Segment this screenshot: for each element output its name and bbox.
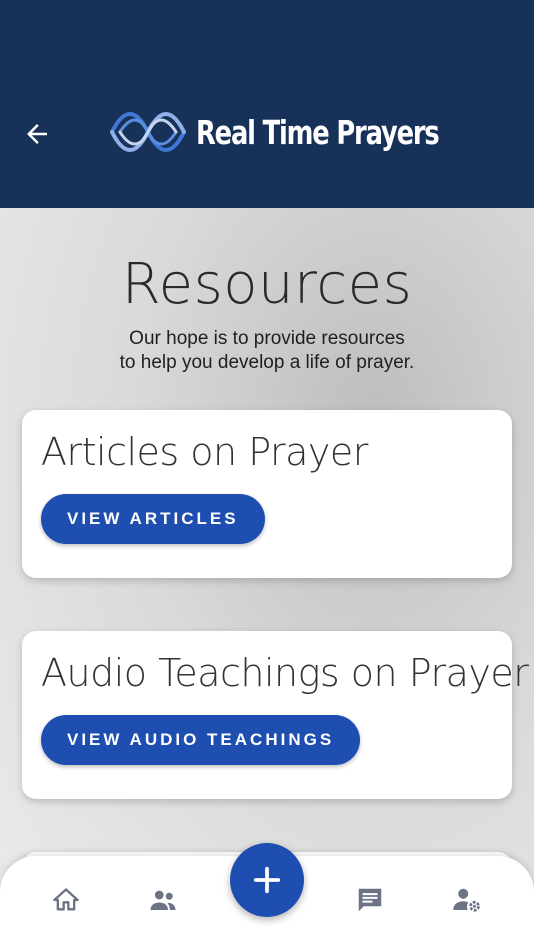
plus-icon <box>253 866 281 894</box>
app-name: Real Time Prayers <box>196 112 440 152</box>
page-subtitle-line-2: to help you develop a life of prayer. <box>119 352 415 373</box>
page-title: Resources <box>121 252 413 317</box>
articles-card-title: Articles on Prayer <box>41 430 368 474</box>
articles-card: Articles on Prayer VIEW ARTICLES <box>22 410 512 578</box>
wave-logo-icon <box>110 112 186 152</box>
prayer-list-icon <box>358 888 382 912</box>
page-subtitle: Our hope is to provide resources to help… <box>0 327 534 375</box>
view-articles-button[interactable]: VIEW ARTICLES <box>41 494 265 544</box>
audio-teachings-card: Audio Teachings on Prayer VIEW AUDIO TEA… <box>22 631 529 799</box>
back-button[interactable] <box>18 115 56 153</box>
nav-home[interactable] <box>46 884 86 916</box>
page-subtitle-line-1: Our hope is to provide resources <box>129 328 405 349</box>
nav-prayer-list[interactable] <box>350 884 390 916</box>
people-icon <box>150 890 176 910</box>
home-icon <box>53 888 79 911</box>
app-header: Real Time Prayers <box>0 0 534 208</box>
user-settings-icon <box>453 888 480 912</box>
nav-people[interactable] <box>143 884 183 916</box>
view-audio-teachings-button[interactable]: VIEW AUDIO TEACHINGS <box>41 715 361 765</box>
arrow-left-icon <box>27 124 47 144</box>
add-prayer-button[interactable] <box>230 843 304 917</box>
app-logo: Real Time Prayers <box>108 100 507 164</box>
audio-teachings-card-title: Audio Teachings on Prayer <box>41 651 529 695</box>
nav-user-settings[interactable] <box>447 884 487 916</box>
